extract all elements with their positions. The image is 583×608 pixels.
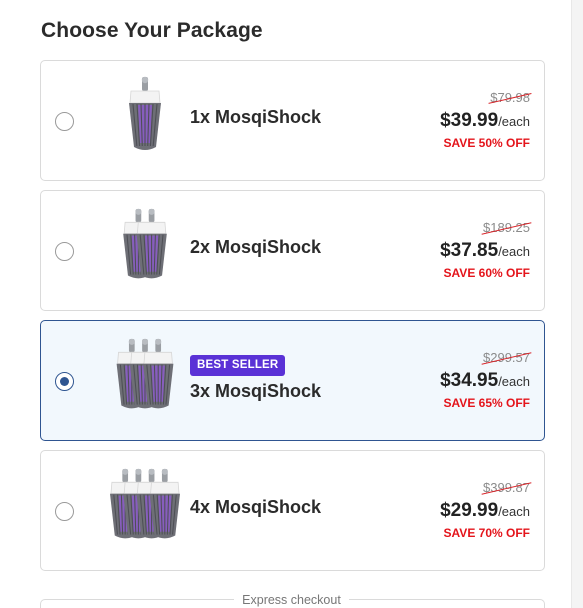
price-per-unit: /each: [498, 114, 530, 129]
original-price: $79.98: [488, 90, 532, 105]
mosquito-lamp-icon: [123, 208, 167, 279]
price-per-unit: /each: [498, 244, 530, 259]
discount-label: SAVE 70% OFF: [443, 526, 530, 540]
package-radio-3[interactable]: [55, 372, 74, 391]
price-per-unit: /each: [498, 374, 530, 389]
page-scrollbar[interactable]: [571, 0, 583, 608]
price-line: $29.99/each: [440, 500, 530, 522]
price-line: $37.85/each: [440, 240, 530, 262]
package-option-4[interactable]: 4x MosqiShock $399.87 $29.99/each SAVE 7…: [40, 450, 545, 571]
original-price: $399.87: [481, 480, 532, 495]
price-line: $39.99/each: [440, 110, 530, 132]
package-option-2[interactable]: 2x MosqiShock $189.25 $37.85/each SAVE 6…: [40, 190, 545, 311]
package-name: 1x MosqiShock: [190, 107, 322, 127]
package-name: 2x MosqiShock: [190, 237, 322, 257]
unit-price: $39.99: [440, 110, 499, 131]
package-option-3[interactable]: BEST SELLER 3x MosqiShock $299.57 $34.95…: [40, 320, 545, 441]
unit-price: $34.95: [440, 370, 499, 391]
package-radio-2[interactable]: [55, 242, 74, 261]
mosquito-lamp-icon: [110, 468, 180, 539]
package-radio-4[interactable]: [55, 502, 74, 521]
discount-label: SAVE 65% OFF: [443, 396, 530, 410]
original-price: $189.25: [481, 220, 532, 235]
express-checkout-label: Express checkout: [0, 591, 583, 608]
package-name: 3x MosqiShock: [190, 381, 322, 401]
discount-label: SAVE 60% OFF: [443, 266, 530, 280]
package-option-1[interactable]: 1x MosqiShock $79.98 $39.99/each SAVE 50…: [40, 60, 545, 181]
mosquito-lamp-icon: [129, 76, 161, 150]
original-price: $299.57: [481, 350, 532, 365]
unit-price: $29.99: [440, 500, 499, 521]
price-per-unit: /each: [498, 504, 530, 519]
discount-label: SAVE 50% OFF: [443, 136, 530, 150]
package-radio-1[interactable]: [55, 112, 74, 131]
mosquito-lamp-icon: [116, 338, 174, 409]
best-seller-badge: BEST SELLER: [190, 355, 286, 376]
package-name: 4x MosqiShock: [190, 497, 322, 517]
unit-price: $37.85: [440, 240, 499, 261]
price-line: $34.95/each: [440, 370, 530, 392]
page-title: Choose Your Package: [41, 19, 263, 42]
